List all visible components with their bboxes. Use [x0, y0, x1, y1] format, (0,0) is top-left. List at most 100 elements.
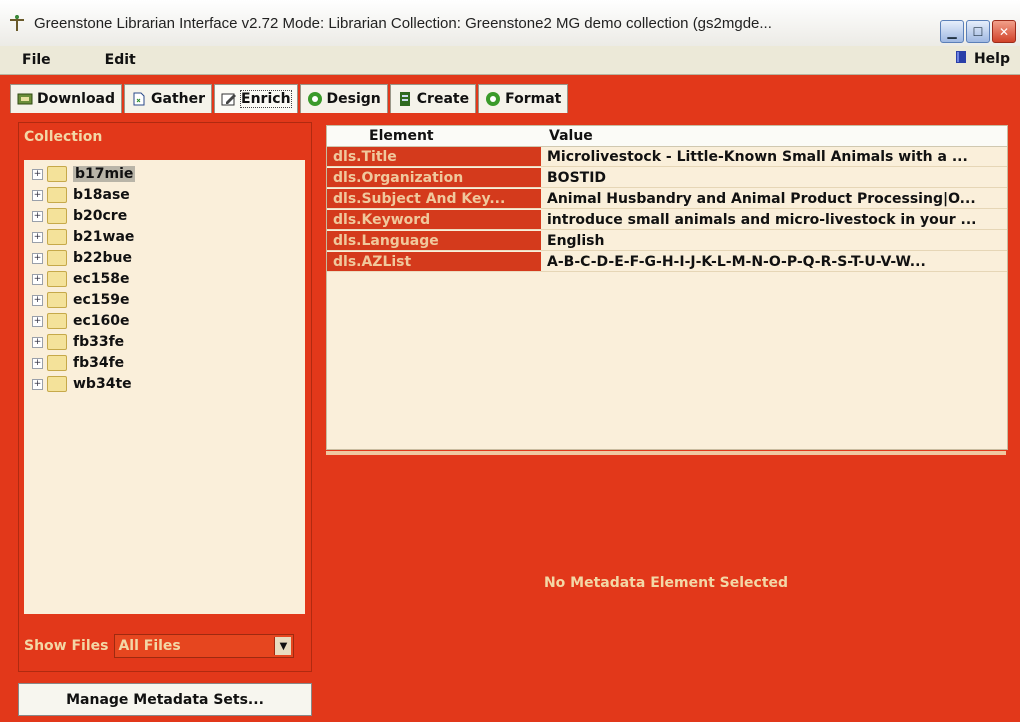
create-icon [397, 91, 413, 107]
help-book-icon [954, 50, 968, 68]
title-bar: Greenstone Librarian Interface v2.72 Mod… [0, 0, 1020, 46]
minimize-button[interactable]: ▁ [940, 20, 964, 43]
menu-bar: File Edit Help [0, 46, 1020, 75]
expand-icon[interactable]: + [32, 252, 43, 264]
close-icon: ✕ [998, 24, 1010, 39]
table-row[interactable]: dls.Subject And Key... Animal Husbandry … [327, 189, 1007, 209]
show-files-value: All Files [118, 638, 181, 654]
folder-icon [47, 271, 67, 287]
tree-item-label: b21wae [73, 229, 135, 245]
folder-icon [47, 334, 67, 350]
folder-icon [47, 166, 67, 182]
tab-enrich[interactable]: Enrich [214, 84, 298, 113]
tab-gather-label: Gather [151, 91, 206, 107]
tab-create-label: Create [416, 91, 470, 107]
chevron-down-icon[interactable]: ▼ [274, 637, 292, 655]
window-title: Greenstone Librarian Interface v2.72 Mod… [34, 14, 772, 32]
maximize-icon: ☐ [972, 24, 984, 39]
download-icon [17, 91, 33, 107]
tab-create[interactable]: Create [389, 84, 477, 113]
tree-item-fb33fe[interactable]: + fb33fe [32, 332, 124, 352]
show-files-label: Show Files [24, 638, 109, 654]
tree-item-ec159e[interactable]: + ec159e [32, 290, 130, 310]
menu-edit[interactable]: Edit [91, 52, 150, 68]
expand-icon[interactable]: + [32, 378, 43, 390]
close-button[interactable]: ✕ [992, 20, 1016, 43]
table-row[interactable]: dls.Organization BOSTID [327, 168, 1007, 188]
value-cell[interactable]: Animal Husbandry and Animal Product Proc… [541, 189, 1007, 209]
tree-item-label: b17mie [73, 166, 136, 182]
expand-icon[interactable]: + [32, 357, 43, 369]
tree-item-b17mie[interactable]: + b17mie [32, 164, 136, 184]
tree-item-b21wae[interactable]: + b21wae [32, 227, 134, 247]
tab-gather[interactable]: Gather [124, 84, 213, 113]
value-cell[interactable]: introduce small animals and micro-livest… [541, 210, 1007, 230]
tab-format-label: Format [505, 91, 562, 107]
tab-bar: Download Gather Enrich Design Create For… [10, 84, 569, 113]
collection-tree[interactable]: + b17mie + b18ase + b20cre + b21wae + b2… [24, 160, 305, 614]
tree-item-label: b22bue [73, 250, 132, 266]
minimize-icon: ▁ [947, 24, 957, 39]
panel-splitter[interactable] [326, 451, 1006, 455]
tab-download-label: Download [37, 91, 116, 107]
tab-download[interactable]: Download [10, 84, 123, 113]
element-cell[interactable]: dls.Subject And Key... [327, 189, 541, 209]
element-cell[interactable]: dls.Organization [327, 168, 541, 188]
tree-item-label: wb34te [73, 376, 132, 392]
table-row[interactable]: dls.Language English [327, 231, 1007, 251]
tree-item-ec160e[interactable]: + ec160e [32, 311, 130, 331]
value-cell[interactable]: A-B-C-D-E-F-G-H-I-J-K-L-M-N-O-P-Q-R-S-T-… [541, 252, 1007, 272]
menu-file[interactable]: File [0, 52, 91, 68]
greenstone-app-icon [6, 12, 28, 34]
metadata-table: Element Value dls.Title Microlivestock -… [326, 125, 1008, 450]
expand-icon[interactable]: + [32, 210, 43, 222]
folder-icon [47, 187, 67, 203]
tree-item-b18ase[interactable]: + b18ase [32, 185, 130, 205]
tab-design-label: Design [326, 91, 381, 107]
collection-title: Collection [24, 129, 103, 145]
show-files-select[interactable]: All Files ▼ [114, 634, 295, 658]
table-row[interactable]: dls.Title Microlivestock - Little-Known … [327, 147, 1007, 167]
maximize-button[interactable]: ☐ [966, 20, 990, 43]
tree-item-label: fb33fe [73, 334, 125, 350]
tree-item-label: ec158e [73, 271, 130, 287]
expand-icon[interactable]: + [32, 294, 43, 306]
expand-icon[interactable]: + [32, 168, 43, 180]
tree-item-fb34fe[interactable]: + fb34fe [32, 353, 124, 373]
table-row[interactable]: dls.Keyword introduce small animals and … [327, 210, 1007, 230]
expand-icon[interactable]: + [32, 231, 43, 243]
table-header: Element Value [327, 126, 1007, 147]
tab-design[interactable]: Design [299, 84, 388, 113]
header-value[interactable]: Value [541, 126, 593, 146]
tab-format[interactable]: Format [478, 84, 569, 113]
element-cell[interactable]: dls.AZList [327, 252, 541, 272]
enrich-icon [221, 91, 237, 107]
element-cell[interactable]: dls.Language [327, 231, 541, 251]
expand-icon[interactable]: + [32, 273, 43, 285]
element-cell[interactable]: dls.Keyword [327, 210, 541, 230]
expand-icon[interactable]: + [32, 189, 43, 201]
help-menu[interactable]: Help [954, 50, 1010, 68]
tree-item-label: ec160e [73, 313, 130, 329]
value-cell[interactable]: English [541, 231, 1007, 251]
tree-item-wb34te[interactable]: + wb34te [32, 374, 132, 394]
design-gear-icon [307, 91, 323, 107]
table-row[interactable]: dls.AZList A-B-C-D-E-F-G-H-I-J-K-L-M-N-O… [327, 252, 1007, 272]
value-cell[interactable]: Microlivestock - Little-Known Small Anim… [541, 147, 1007, 167]
element-cell[interactable]: dls.Title [327, 147, 541, 167]
tree-item-ec158e[interactable]: + ec158e [32, 269, 130, 289]
folder-icon [47, 229, 67, 245]
tree-item-b22bue[interactable]: + b22bue [32, 248, 132, 268]
tree-item-label: b20cre [73, 208, 128, 224]
header-element[interactable]: Element [327, 126, 541, 146]
no-selection-message: No Metadata Element Selected [543, 575, 789, 591]
tree-item-b20cre[interactable]: + b20cre [32, 206, 127, 226]
folder-icon [47, 208, 67, 224]
tree-item-label: b18ase [73, 187, 130, 203]
folder-icon [47, 250, 67, 266]
value-cell[interactable]: BOSTID [541, 168, 1007, 188]
format-gear-icon [485, 91, 501, 107]
expand-icon[interactable]: + [32, 315, 43, 327]
manage-metadata-sets-button[interactable]: Manage Metadata Sets... [18, 683, 312, 716]
expand-icon[interactable]: + [32, 336, 43, 348]
